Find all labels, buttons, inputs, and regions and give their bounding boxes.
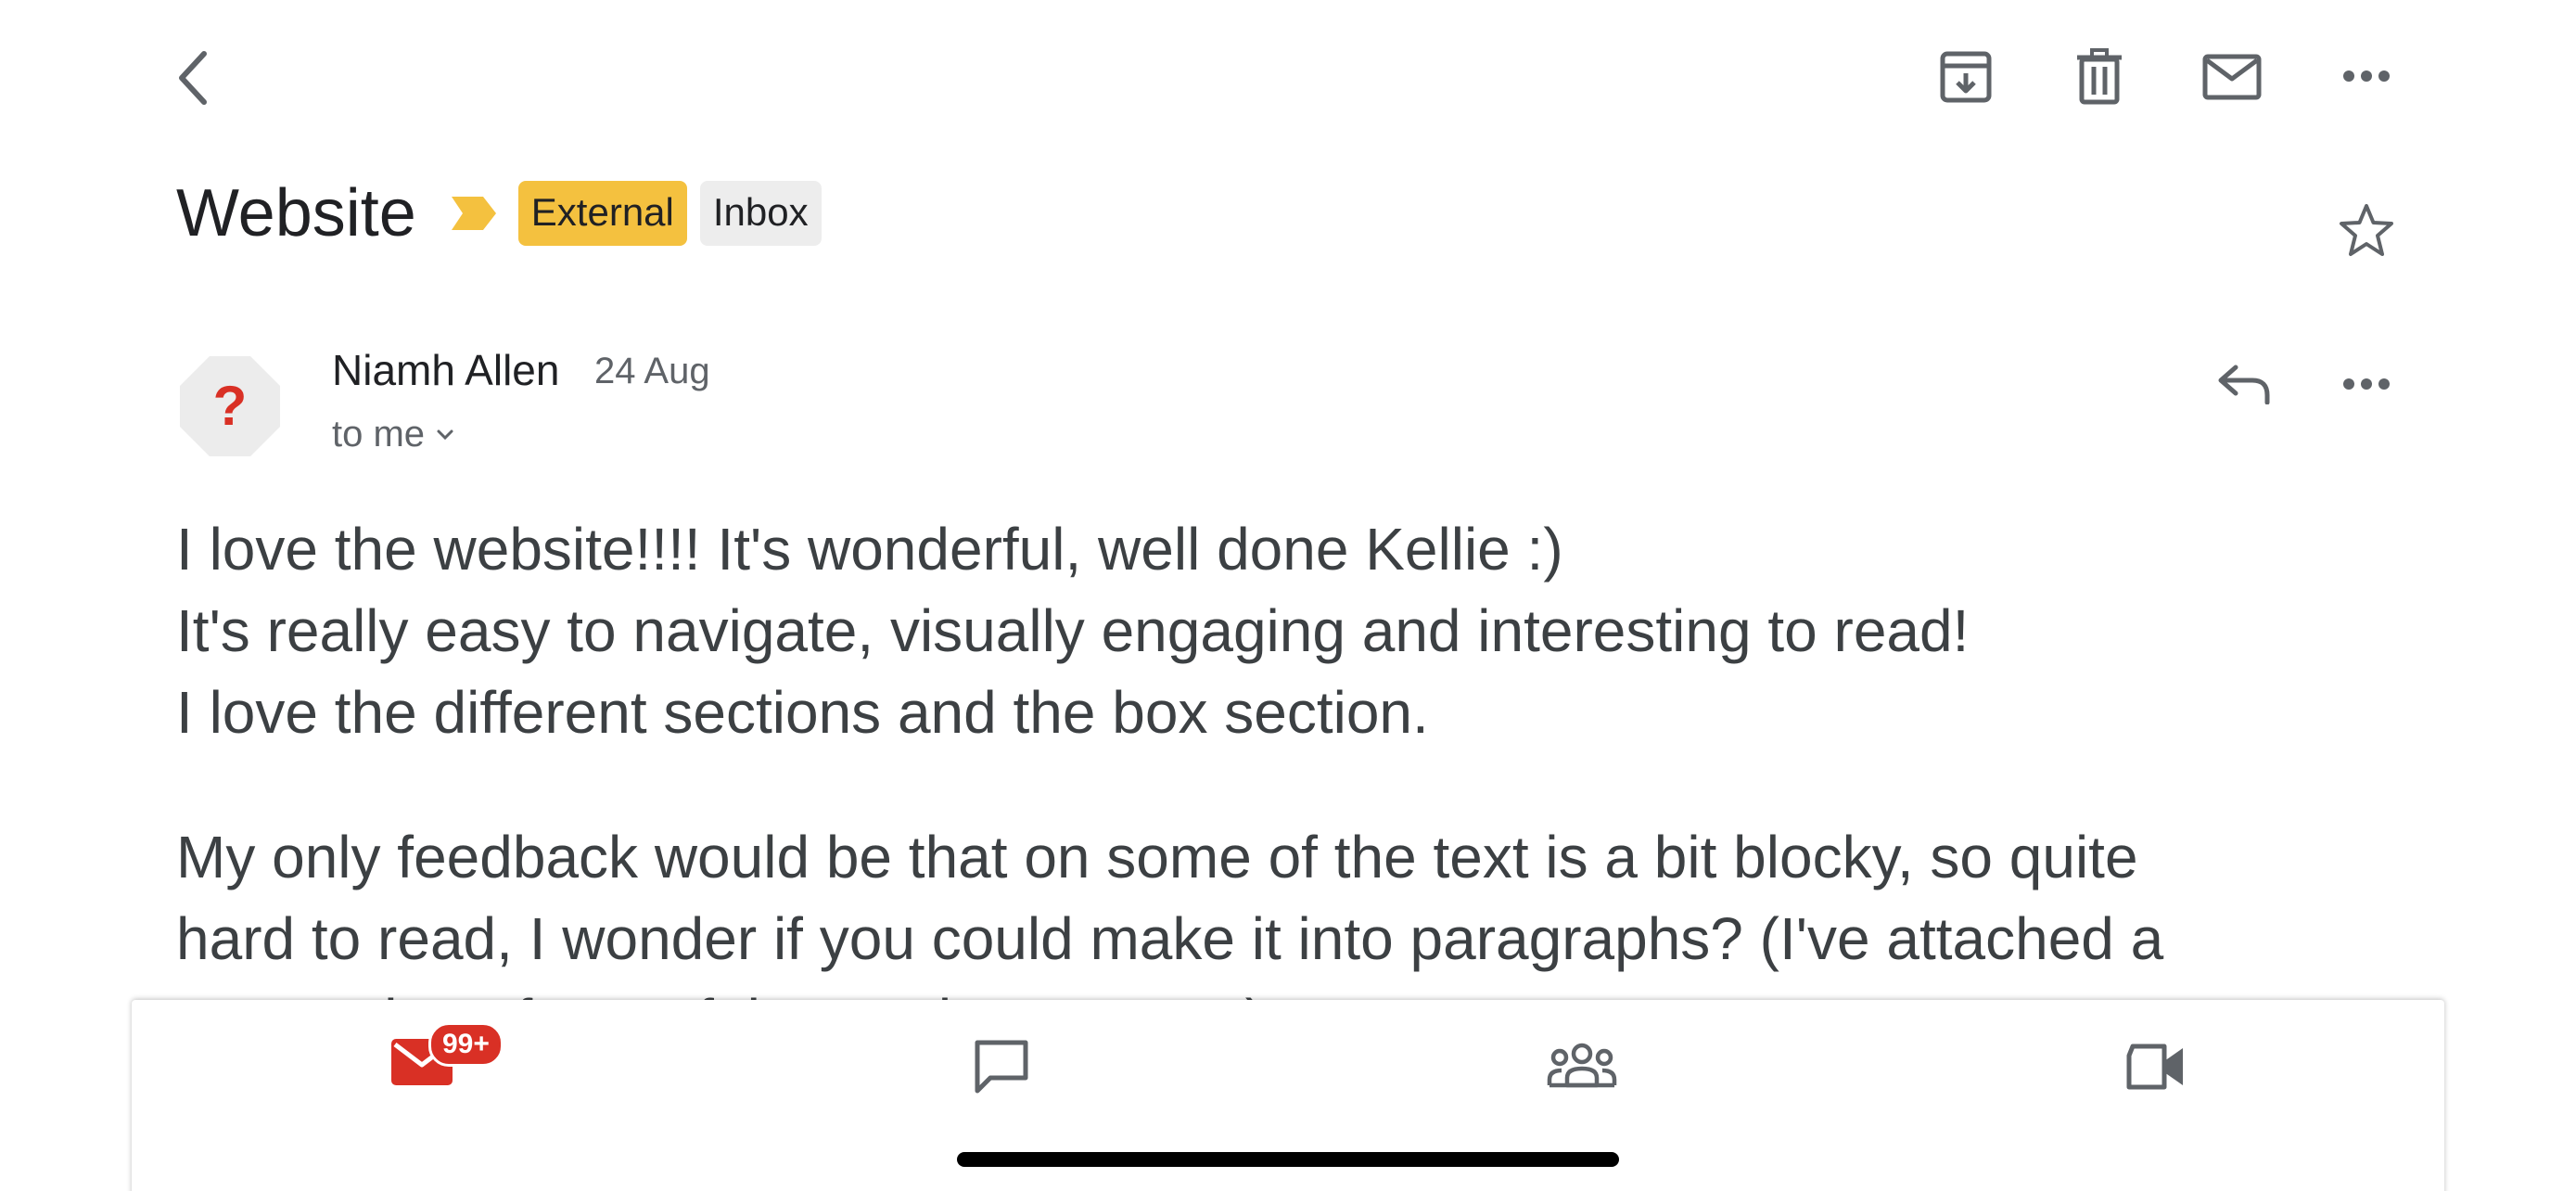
back-button[interactable]: [165, 45, 221, 111]
svg-text:?: ?: [213, 375, 248, 437]
mail-icon: [2202, 54, 2262, 100]
video-camera-icon: [2126, 1044, 2183, 1090]
spaces-icon: [1547, 1043, 1617, 1088]
tab-chat[interactable]: [972, 1037, 1031, 1101]
reply-icon: [2218, 365, 2270, 404]
body-line: I love the website!!!! It's wonderful, w…: [176, 516, 1563, 583]
subject-row: Website External Inbox: [176, 172, 835, 255]
trash-icon: [2077, 48, 2122, 105]
more-icon: [2343, 378, 2390, 390]
label-external[interactable]: External: [517, 181, 687, 246]
recipient-label: to me: [332, 414, 426, 455]
body-line: hard to read, I wonder if you could make…: [176, 905, 2164, 972]
label-inbox[interactable]: Inbox: [699, 181, 822, 246]
tab-spaces[interactable]: [1547, 1043, 1617, 1094]
tab-meet[interactable]: [2125, 1043, 2187, 1095]
sender-name[interactable]: Niamh Allen: [332, 345, 559, 395]
email-body: I love the website!!!! It's wonderful, w…: [176, 508, 2402, 1061]
chevron-down-icon: [437, 429, 453, 440]
body-line: It's really easy to navigate, visually e…: [176, 597, 1970, 664]
recipient-details-toggle[interactable]: to me: [332, 414, 454, 455]
archive-button[interactable]: [1936, 46, 1996, 108]
subject-title: Website: [176, 176, 416, 250]
star-icon: [2340, 204, 2393, 256]
home-indicator[interactable]: [957, 1152, 1619, 1167]
star-button[interactable]: [2337, 200, 2396, 260]
chat-icon: [975, 1040, 1028, 1094]
body-line: I love the different sections and the bo…: [176, 679, 1429, 746]
delete-button[interactable]: [2072, 46, 2127, 108]
sender-avatar[interactable]: ?: [178, 354, 282, 458]
body-line: My only feedback would be that on some o…: [176, 824, 2138, 890]
important-marker-icon: [451, 197, 496, 230]
unread-count-badge: 99+: [428, 1022, 504, 1067]
more-options-button[interactable]: [2339, 56, 2394, 96]
message-more-button[interactable]: [2339, 364, 2394, 404]
back-arrow-icon: [179, 51, 207, 105]
email-date: 24 Aug: [594, 351, 710, 391]
archive-icon: [1940, 51, 1992, 103]
more-icon: [2343, 70, 2390, 82]
reply-button[interactable]: [2214, 356, 2274, 412]
email-view: Website External Inbox ? Niamh Allen 24 …: [0, 0, 2576, 1191]
mark-unread-button[interactable]: [2200, 46, 2264, 108]
